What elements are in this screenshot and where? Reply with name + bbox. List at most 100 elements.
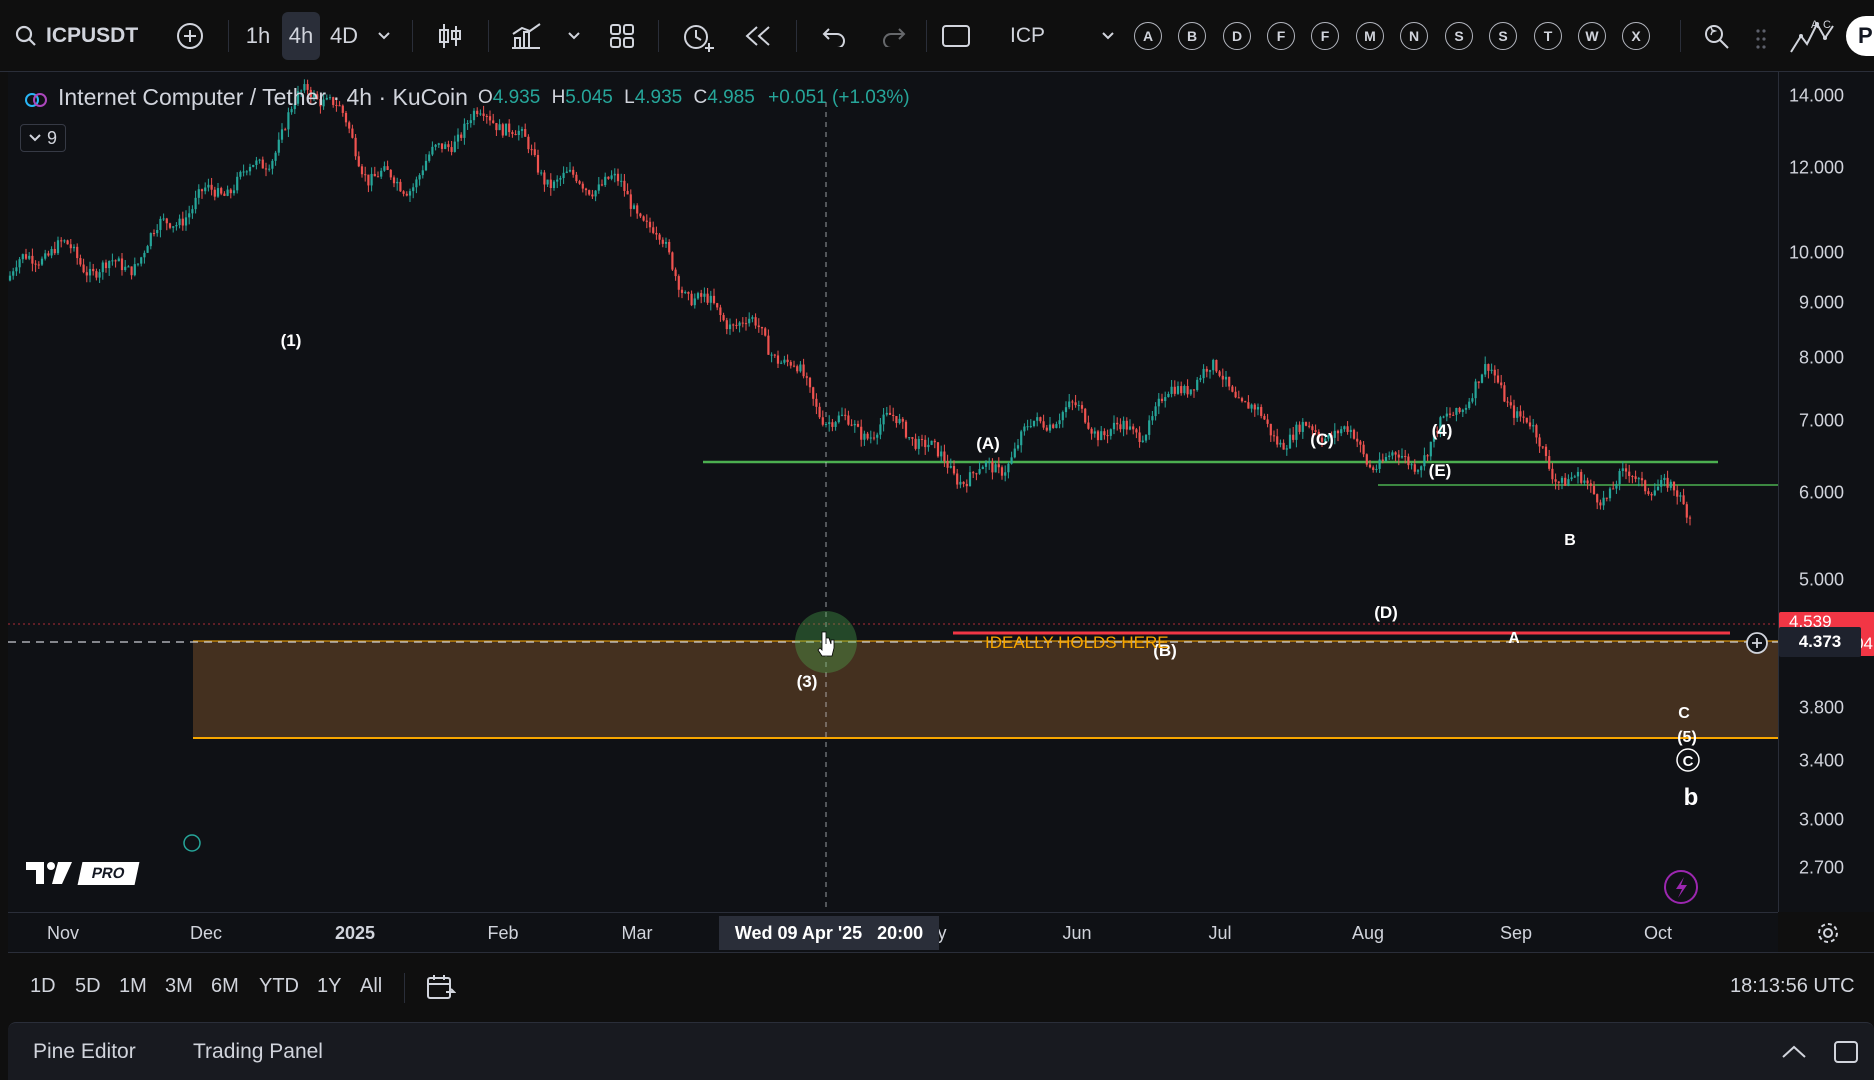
alpha-button-m[interactable]: M — [1356, 22, 1384, 50]
alert-button[interactable] — [678, 16, 718, 56]
candle-body — [664, 241, 668, 244]
candle-body — [210, 184, 213, 190]
alpha-button-a[interactable]: A — [1134, 22, 1162, 50]
range-All[interactable]: All — [360, 975, 382, 998]
candle-body — [1557, 481, 1560, 483]
candle-body — [274, 152, 277, 161]
range-6M[interactable]: 6M — [211, 975, 239, 998]
layout-name[interactable]: ICP — [1010, 18, 1045, 54]
candle-body — [719, 307, 722, 316]
time-axis[interactable]: Nov Dec 2025 Feb Mar y Jun Jul Aug Sep O… — [8, 912, 1778, 952]
alpha-button-n[interactable]: N — [1400, 22, 1428, 50]
layout-dropdown[interactable] — [1096, 18, 1120, 54]
interval-4h[interactable]: 4h — [282, 12, 320, 60]
redo-button[interactable] — [876, 18, 912, 54]
interval-dropdown[interactable] — [372, 18, 396, 54]
alpha-button-w[interactable]: W — [1578, 22, 1606, 50]
candle-body — [373, 173, 376, 177]
expand-panel-button[interactable] — [1778, 1037, 1810, 1067]
candle-body — [1468, 401, 1471, 408]
elliott-wave-tool-button[interactable]: AC — [1788, 14, 1836, 58]
range-1M[interactable]: 1M — [119, 975, 147, 998]
candle-body — [722, 315, 725, 321]
candle-body — [760, 327, 764, 329]
candle-body — [1349, 429, 1352, 432]
candle-body — [1506, 401, 1509, 403]
alpha-button-s1[interactable]: S — [1445, 22, 1473, 50]
search-sparkle-icon — [1705, 25, 1729, 49]
candle-body — [1157, 398, 1160, 407]
candle-body — [1352, 429, 1356, 439]
candle-body — [1384, 457, 1388, 461]
chart-type-button[interactable] — [432, 18, 468, 54]
alpha-button-f2[interactable]: F — [1311, 22, 1339, 50]
drag-handle[interactable] — [1752, 24, 1770, 54]
candle-body — [1532, 425, 1535, 427]
replay-button[interactable] — [740, 18, 776, 54]
chart-settings-button[interactable] — [1812, 918, 1844, 948]
candle-body — [1138, 432, 1141, 442]
indicators-collapse-button[interactable]: 9 — [20, 124, 66, 152]
candle-body — [101, 262, 104, 273]
replay-icon — [745, 26, 770, 46]
candle-body — [1004, 472, 1007, 476]
alpha-button-d[interactable]: D — [1223, 22, 1251, 50]
price-axis[interactable]: 14.000 12.000 10.000 9.000 8.000 7.000 6… — [1778, 72, 1874, 912]
interval-1h[interactable]: 1h — [240, 18, 276, 54]
tab-pine-editor[interactable]: Pine Editor — [33, 1040, 136, 1064]
candle-body — [184, 217, 188, 226]
alpha-button-t[interactable]: T — [1534, 22, 1562, 50]
candle-body — [1205, 368, 1208, 372]
layouts-button[interactable] — [604, 18, 640, 54]
range-1D[interactable]: 1D — [30, 975, 56, 998]
candle-body — [1512, 405, 1516, 418]
support-zone[interactable] — [193, 641, 1778, 737]
price-chart[interactable]: (1) (3) (A) (B) (C) (D) (E) (4) A B C (5… — [8, 72, 1778, 912]
magic-search-button[interactable] — [1698, 18, 1734, 54]
range-YTD[interactable]: YTD — [259, 975, 299, 998]
alpha-button-f1[interactable]: F — [1267, 22, 1295, 50]
interval-4D[interactable]: 4D — [326, 18, 362, 54]
candle-body — [1173, 386, 1176, 394]
candle-body — [549, 179, 552, 189]
alpha-button-x[interactable]: X — [1622, 22, 1650, 50]
candle-body — [1276, 436, 1279, 445]
publish-button[interactable]: P — [1846, 16, 1874, 56]
maximize-icon — [1834, 1041, 1858, 1063]
candle-body — [658, 234, 661, 240]
candle-body — [12, 271, 15, 276]
candle-body — [1666, 477, 1669, 488]
candle-body — [1452, 414, 1455, 416]
indicators-button[interactable] — [506, 18, 546, 54]
range-3M[interactable]: 3M — [165, 975, 193, 998]
candle-body — [1647, 491, 1650, 495]
goto-date-button[interactable] — [424, 971, 458, 1005]
indicators-dropdown[interactable] — [562, 18, 586, 54]
candle-body — [1493, 369, 1496, 376]
chart-pane[interactable]: (1) (3) (A) (B) (C) (D) (E) (4) A B C (5… — [8, 72, 1778, 912]
wave-label-C: C — [1678, 705, 1690, 722]
range-1Y[interactable]: 1Y — [317, 975, 341, 998]
maximize-panel-button[interactable] — [1830, 1037, 1862, 1067]
candle-body — [559, 178, 562, 180]
candle-body — [1448, 413, 1452, 415]
candle-body — [34, 263, 37, 265]
symbol-search[interactable]: ICPUSDT — [14, 18, 138, 54]
undo-button[interactable] — [816, 18, 852, 54]
add-symbol-button[interactable] — [172, 18, 208, 54]
tab-trading-panel[interactable]: Trading Panel — [193, 1040, 323, 1064]
candle-body — [159, 218, 162, 230]
alpha-button-s2[interactable]: S — [1489, 22, 1517, 50]
candle-body — [1573, 476, 1576, 478]
utc-clock[interactable]: 18:13:56 UTC — [1730, 975, 1855, 998]
candle-body — [56, 240, 60, 254]
high-value: 5.045 — [565, 86, 613, 108]
range-5D[interactable]: 5D — [75, 975, 101, 998]
candle-body — [639, 213, 642, 217]
candle-body — [1128, 426, 1132, 430]
alpha-button-b[interactable]: B — [1178, 22, 1206, 50]
add-alert-button[interactable] — [1743, 629, 1771, 657]
rectangle-tool-button[interactable] — [938, 18, 974, 54]
candle-body — [828, 422, 831, 424]
candle-body — [50, 249, 53, 256]
